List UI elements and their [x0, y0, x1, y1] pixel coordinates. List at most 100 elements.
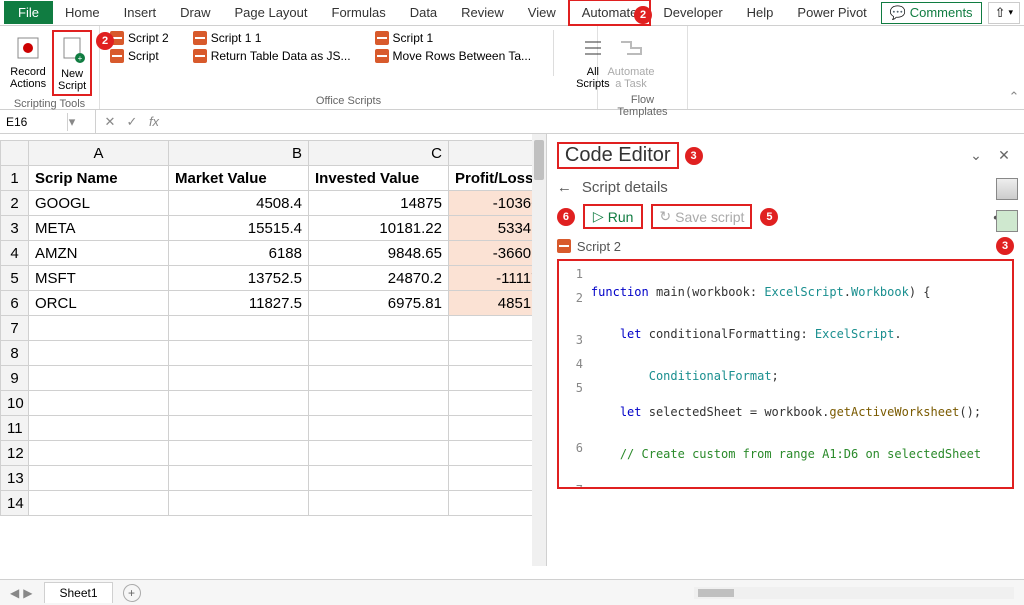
cell[interactable]: 9848.65 — [309, 241, 449, 266]
row-header[interactable]: 13 — [1, 466, 29, 491]
cell[interactable] — [309, 466, 449, 491]
tab-data[interactable]: Data — [398, 1, 449, 24]
rail-icon-2[interactable] — [996, 210, 1018, 232]
row-header[interactable]: 6 — [1, 291, 29, 316]
cell[interactable] — [169, 441, 309, 466]
cell[interactable] — [29, 416, 169, 441]
row-header[interactable]: 12 — [1, 441, 29, 466]
new-script-button[interactable]: + New Script — [52, 30, 92, 96]
tab-view[interactable]: View — [516, 1, 568, 24]
comments-button[interactable]: 💬 Comments — [881, 2, 982, 24]
cell[interactable] — [169, 466, 309, 491]
cell[interactable]: 6975.81 — [309, 291, 449, 316]
cell[interactable] — [29, 316, 169, 341]
horizontal-scrollbar[interactable] — [694, 587, 1014, 599]
record-actions-button[interactable]: Record Actions — [8, 30, 48, 92]
col-header-a[interactable]: A — [29, 141, 169, 166]
cell[interactable]: AMZN — [29, 241, 169, 266]
cell[interactable] — [169, 366, 309, 391]
tab-power-pivot[interactable]: Power Pivot — [785, 1, 878, 24]
save-script-button[interactable]: ↻ Save script — [651, 204, 752, 229]
worksheet-grid[interactable]: A B C D 1 Scrip Name Market Value Invest… — [0, 134, 547, 566]
cell[interactable]: 13752.5 — [169, 266, 309, 291]
row-header[interactable]: 5 — [1, 266, 29, 291]
scrollbar-thumb[interactable] — [698, 589, 734, 597]
tab-review[interactable]: Review — [449, 1, 516, 24]
cell[interactable] — [169, 341, 309, 366]
cell[interactable] — [29, 466, 169, 491]
row-header[interactable]: 2 — [1, 191, 29, 216]
cell[interactable]: Scrip Name — [29, 166, 169, 191]
sheet-tab-sheet1[interactable]: Sheet1 — [44, 582, 112, 603]
cell[interactable] — [169, 391, 309, 416]
tab-help[interactable]: Help — [735, 1, 786, 24]
share-button[interactable]: ⇧ ▾ — [988, 2, 1020, 24]
row-header[interactable]: 7 — [1, 316, 29, 341]
cell[interactable] — [309, 316, 449, 341]
tab-developer[interactable]: Developer — [651, 1, 734, 24]
sheet-next-icon[interactable]: ▶ — [23, 586, 32, 600]
cell[interactable] — [309, 366, 449, 391]
code-editor[interactable]: 12345678910 function main(workbook: Exce… — [557, 259, 1014, 489]
script-item-script11[interactable]: Script 1 1 — [191, 30, 353, 46]
tab-home[interactable]: Home — [53, 1, 112, 24]
script-item-move-rows[interactable]: Move Rows Between Ta... — [373, 48, 534, 64]
cell[interactable]: 10181.22 — [309, 216, 449, 241]
cell[interactable]: Invested Value — [309, 166, 449, 191]
cell[interactable] — [169, 491, 309, 516]
cell[interactable]: Market Value — [169, 166, 309, 191]
tab-formulas[interactable]: Formulas — [320, 1, 398, 24]
cell[interactable] — [29, 366, 169, 391]
cell[interactable]: 14875 — [309, 191, 449, 216]
row-header[interactable]: 10 — [1, 391, 29, 416]
cell[interactable]: MSFT — [29, 266, 169, 291]
row-header[interactable]: 8 — [1, 341, 29, 366]
tab-file[interactable]: File — [4, 1, 53, 24]
tab-page-layout[interactable]: Page Layout — [223, 1, 320, 24]
tab-draw[interactable]: Draw — [168, 1, 222, 24]
row-header[interactable]: 11 — [1, 416, 29, 441]
cell[interactable]: GOOGL — [29, 191, 169, 216]
vertical-scrollbar[interactable] — [532, 134, 546, 566]
script-item-script2[interactable]: Script 2 — [108, 30, 171, 46]
code-content[interactable]: function main(workbook: ExcelScript.Work… — [589, 261, 1012, 487]
row-header[interactable]: 9 — [1, 366, 29, 391]
cell[interactable]: 11827.5 — [169, 291, 309, 316]
cell[interactable] — [309, 391, 449, 416]
cell[interactable]: 6188 — [169, 241, 309, 266]
ribbon-collapse-icon[interactable]: ⌃ — [1004, 89, 1024, 109]
row-header[interactable]: 3 — [1, 216, 29, 241]
sheet-prev-icon[interactable]: ◀ — [10, 586, 19, 600]
row-header[interactable]: 14 — [1, 491, 29, 516]
cell[interactable]: META — [29, 216, 169, 241]
enter-icon[interactable]: ✓ — [124, 114, 140, 130]
fx-icon[interactable]: fx — [146, 114, 162, 130]
automate-task-button[interactable]: Automate a Task — [606, 30, 656, 92]
minimize-icon[interactable]: ⌄ — [966, 147, 986, 164]
cell[interactable] — [29, 441, 169, 466]
name-box[interactable]: E16 — [0, 113, 68, 131]
cell[interactable]: 15515.4 — [169, 216, 309, 241]
cell[interactable] — [309, 341, 449, 366]
add-sheet-button[interactable]: + — [123, 584, 141, 602]
rail-icon-1[interactable] — [996, 178, 1018, 200]
script-item-script1[interactable]: Script 1 — [373, 30, 534, 46]
cell[interactable]: ORCL — [29, 291, 169, 316]
cancel-icon[interactable]: ✕ — [102, 114, 118, 130]
back-arrow-icon[interactable]: ← — [557, 179, 572, 196]
select-all-corner[interactable] — [1, 141, 29, 166]
col-header-b[interactable]: B — [169, 141, 309, 166]
run-button[interactable]: ▷ Run — [583, 204, 643, 229]
script-item-script[interactable]: Script — [108, 48, 171, 64]
cell[interactable] — [29, 391, 169, 416]
cell[interactable]: 24870.2 — [309, 266, 449, 291]
cell[interactable] — [29, 491, 169, 516]
cell[interactable] — [169, 316, 309, 341]
close-icon[interactable]: ✕ — [994, 147, 1014, 164]
cell[interactable]: 4508.4 — [169, 191, 309, 216]
scrollbar-thumb[interactable] — [534, 140, 544, 180]
cell[interactable] — [169, 416, 309, 441]
cell[interactable] — [309, 491, 449, 516]
row-header[interactable]: 1 — [1, 166, 29, 191]
cell[interactable] — [29, 341, 169, 366]
